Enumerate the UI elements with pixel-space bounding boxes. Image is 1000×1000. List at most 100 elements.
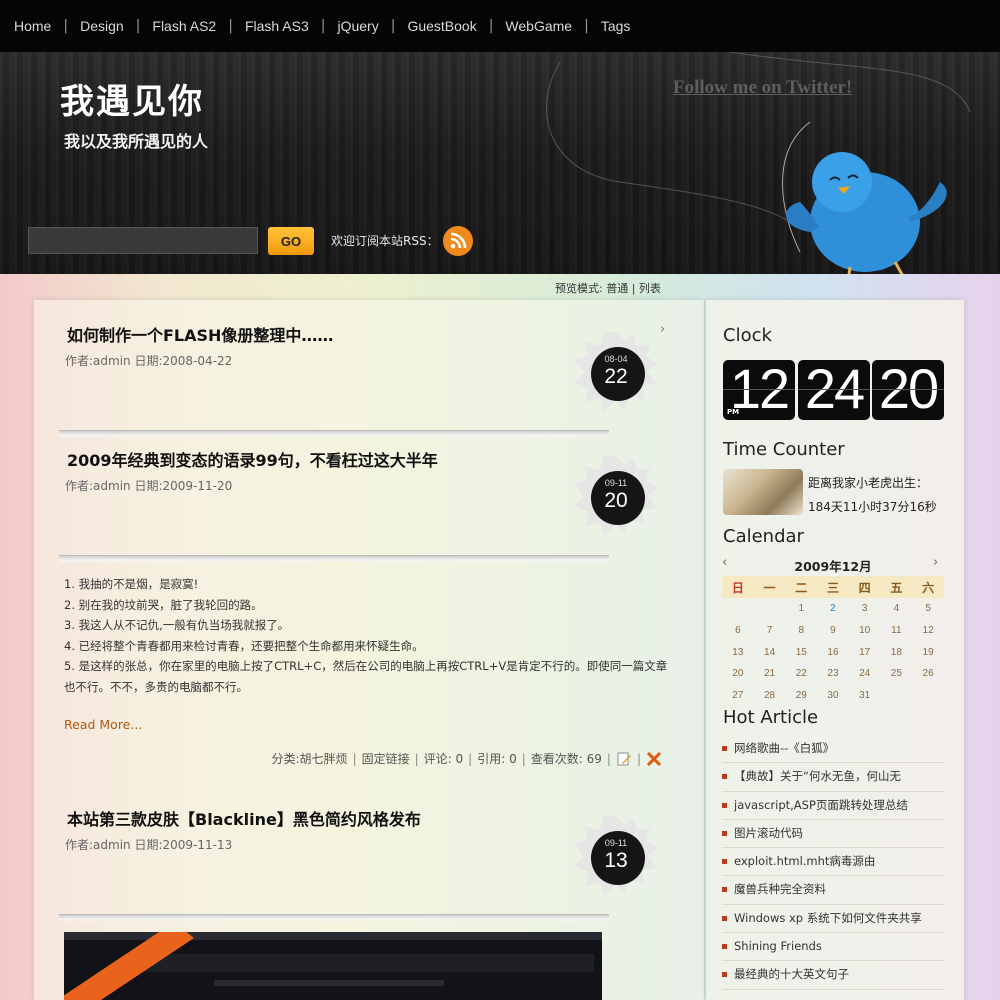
edit-icon[interactable] (616, 751, 632, 767)
rss-icon[interactable] (443, 226, 473, 256)
post-comments-link[interactable]: 评论: 0 (424, 750, 464, 767)
calendar-day[interactable]: 2 (817, 598, 849, 620)
rss-label: 欢迎订阅本站RSS： (331, 234, 439, 248)
twitter-bird-icon (782, 121, 947, 274)
hot-article-item[interactable]: 图片滚动代码 (722, 820, 944, 849)
post-body-line: 2. 别在我的坟前哭，脏了我轮回的路。 (64, 597, 263, 612)
post-divider (59, 914, 609, 922)
time-counter-title: Time Counter (723, 439, 845, 460)
post-date-month: 08-04 (604, 354, 628, 364)
post-body: 1. 我抽的不是烟，是寂寞! 2. 别在我的坟前哭，脏了我轮回的路。 3. 我这… (64, 574, 674, 697)
nav-flash-as2[interactable]: Flash AS2 (152, 18, 216, 34)
twitter-follow-link[interactable]: Follow me on Twitter! (673, 77, 852, 99)
post-body-line: 5. 是这样的张总，你在家里的电脑上按了CTRL+C，然后在公司的电脑上再按CT… (64, 659, 668, 694)
post-divider (59, 430, 609, 438)
calendar-day[interactable]: 28 (754, 685, 786, 707)
calendar-day[interactable]: 4 (881, 598, 913, 620)
post-date-badge: 08-04 22 (572, 328, 660, 418)
read-more-link[interactable]: Read More... (64, 717, 142, 732)
calendar-day[interactable]: 5 (912, 598, 944, 620)
hot-article-item[interactable]: Windows xp 系统下如何文件夹共享 (722, 905, 944, 934)
hot-article-item[interactable]: javascript,ASP页面跳转处理总结 (722, 792, 944, 820)
calendar-day[interactable]: 16 (817, 641, 849, 663)
nav-separator: | (584, 18, 589, 34)
delete-icon[interactable] (646, 751, 662, 767)
chevron-right-icon[interactable]: › (660, 322, 665, 337)
nav-separator: | (488, 18, 494, 34)
clock-second: 20 (872, 358, 944, 420)
calendar-day[interactable]: 31 (849, 685, 881, 707)
post-body-line: 1. 我抽的不是烟，是寂寞! (64, 577, 199, 591)
post-title[interactable]: 本站第三款皮肤【Blackline】黑色简约风格发布 (67, 806, 421, 830)
calendar-day[interactable]: 10 (849, 620, 881, 642)
hot-article-item[interactable]: 最经典的十大英文句子 (722, 961, 944, 990)
calendar-day[interactable]: 24 (849, 663, 881, 685)
clock-ampm: PM (727, 408, 740, 416)
nav-flash-as3[interactable]: Flash AS3 (245, 18, 309, 34)
post-trackbacks-link[interactable]: 引用: 0 (477, 750, 517, 767)
calendar-day[interactable]: 25 (881, 663, 913, 685)
calendar-day[interactable]: 27 (722, 685, 754, 707)
post-title[interactable]: 2009年经典到变态的语录99句，不看枉过这大半年 (67, 447, 438, 471)
calendar-day[interactable]: 17 (849, 641, 881, 663)
calendar-day[interactable]: 23 (817, 663, 849, 685)
calendar-day[interactable]: 8 (785, 620, 817, 642)
nav-home[interactable]: Home (14, 18, 51, 34)
search-go-button[interactable]: GO (268, 227, 314, 255)
site-subtitle: 我以及我所遇见的人 (64, 132, 209, 151)
nav-design[interactable]: Design (80, 18, 124, 34)
calendar-week-row: 12345 (722, 598, 944, 620)
calendar-day[interactable]: 30 (817, 685, 849, 707)
nav-webgame[interactable]: WebGame (505, 18, 572, 34)
post-meta: 作者:admin 日期:2008-04-22 (65, 354, 233, 368)
calendar-next-icon[interactable]: › (933, 555, 938, 570)
search-input[interactable] (28, 227, 258, 254)
calendar-day[interactable]: 20 (722, 663, 754, 685)
calendar-day[interactable]: 3 (849, 598, 881, 620)
calendar-day[interactable]: 15 (785, 641, 817, 663)
hot-article-item[interactable]: 魔兽兵种完全资料 (722, 876, 944, 905)
site-title[interactable]: 我遇见你 (60, 74, 204, 123)
hot-article-item[interactable]: 【典故】关于“何水无鱼，何山无 (722, 763, 944, 792)
calendar-day[interactable]: 6 (722, 620, 754, 642)
clock-widget-title: Clock (723, 325, 772, 346)
calendar-day[interactable]: 1 (785, 598, 817, 620)
hot-article-item[interactable]: Shining Friends (722, 933, 944, 962)
calendar-weekday: 三 (817, 576, 849, 598)
calendar-day[interactable]: 7 (754, 620, 786, 642)
calendar-day[interactable]: 13 (722, 641, 754, 663)
time-counter-value: 184天11小时37分16秒 (808, 500, 937, 514)
post-category-link[interactable]: 分类:胡七胖烦 (272, 750, 348, 767)
nav-separator: | (320, 18, 326, 34)
clock-hour: 12 PM (723, 358, 795, 420)
view-mode-normal-link[interactable]: 普通 (606, 282, 628, 295)
calendar-weekday: 四 (848, 576, 881, 598)
footer-separator: | (606, 751, 611, 766)
calendar-day[interactable]: 12 (912, 620, 944, 642)
hot-article-list: 网络歌曲--《白狐》 【典故】关于“何水无鱼，何山无 javascript,AS… (722, 735, 944, 990)
post-meta: 作者:admin 日期:2009-11-13 (65, 838, 233, 852)
calendar-day[interactable]: 14 (754, 641, 786, 663)
view-mode-list-link[interactable]: 列表 (639, 282, 661, 295)
post-divider (59, 555, 609, 563)
calendar-weekday: 日 (722, 576, 754, 598)
calendar-day[interactable]: 9 (817, 620, 849, 642)
nav-jquery[interactable]: jQuery (337, 18, 378, 34)
time-counter-label: 距离我家小老虎出生： (808, 476, 929, 490)
calendar-day[interactable]: 18 (881, 641, 913, 663)
calendar-day[interactable]: 19 (912, 641, 944, 663)
calendar-weekday: 五 (880, 576, 913, 598)
calendar-week-row: 6 7 8 9 10 11 12 (722, 620, 944, 642)
calendar-day[interactable]: 29 (785, 685, 817, 707)
post-permalink[interactable]: 固定链接 (362, 750, 410, 767)
calendar-day[interactable]: 21 (754, 663, 786, 685)
calendar-day[interactable]: 26 (912, 663, 944, 685)
nav-tags[interactable]: Tags (601, 18, 631, 34)
hot-article-item[interactable]: exploit.html.mht病毒源由 (722, 848, 944, 877)
calendar-day[interactable]: 11 (881, 620, 913, 642)
post-title[interactable]: 如何制作一个FLASH像册整理中…… (67, 322, 333, 346)
hot-article-item[interactable]: 网络歌曲--《白狐》 (722, 735, 944, 764)
calendar-day[interactable]: 22 (785, 663, 817, 685)
nav-guestbook[interactable]: GuestBook (407, 18, 476, 34)
calendar-week-row: 20 21 22 23 24 25 26 (722, 663, 944, 685)
